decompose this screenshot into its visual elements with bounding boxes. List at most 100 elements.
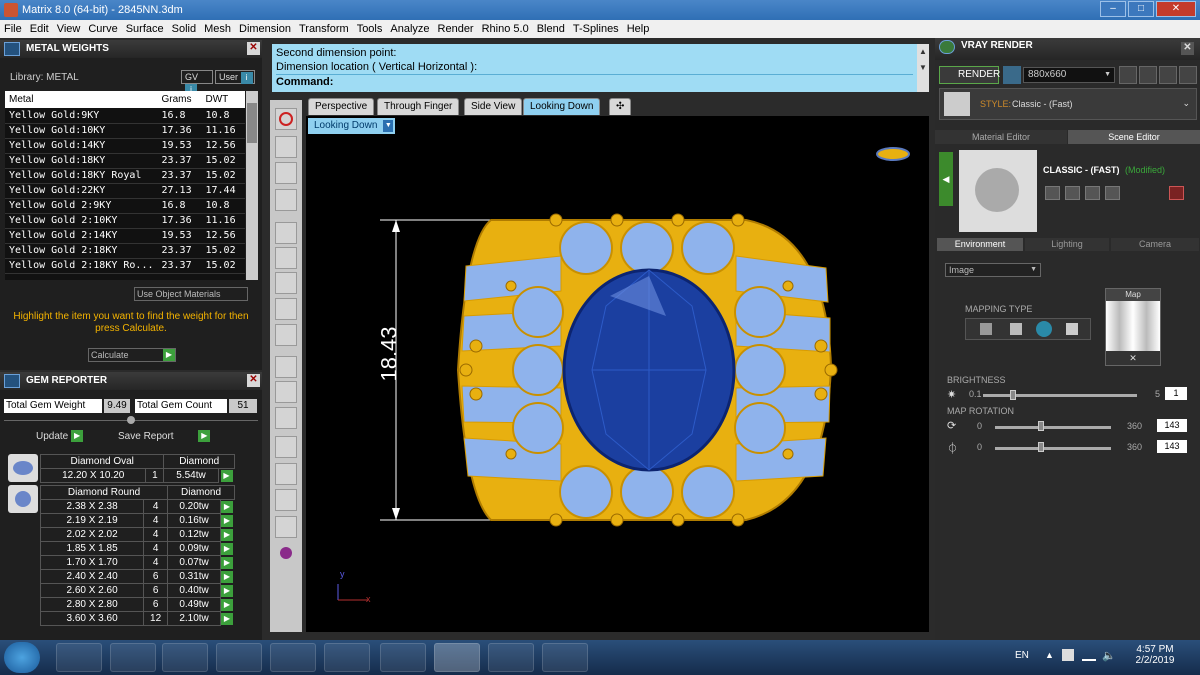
use-object-materials-button[interactable]: Use Object Materials xyxy=(134,287,248,301)
menu-help[interactable]: Help xyxy=(623,20,654,38)
style-selector[interactable]: STYLE: Classic - (Fast) ⌄ xyxy=(939,88,1197,120)
tab-scene-editor[interactable]: Scene Editor xyxy=(1068,130,1200,144)
save-report-button[interactable]: Save Report ▶ xyxy=(118,430,228,444)
tab-through-finger[interactable]: Through Finger xyxy=(377,98,460,115)
row-play-button[interactable]: ▶ xyxy=(221,612,235,626)
axis-tool-icon[interactable] xyxy=(275,222,297,244)
rotation2-knob[interactable] xyxy=(1038,442,1044,452)
language-indicator[interactable]: EN xyxy=(1015,650,1029,661)
import-icon[interactable] xyxy=(1105,186,1120,200)
table-row[interactable]: Yellow Gold 2:9KY 16.8 10.8 xyxy=(5,198,245,214)
menu-analyze[interactable]: Analyze xyxy=(386,20,433,38)
menu-rhino[interactable]: Rhino 5.0 xyxy=(478,20,533,38)
ie-icon[interactable] xyxy=(56,643,102,672)
table-row[interactable]: 3.60 X 3.60 12 2.10tw ▶ xyxy=(39,611,235,626)
brightness-value[interactable]: 1 xyxy=(1165,387,1187,400)
nodes-tool-icon[interactable] xyxy=(275,189,297,211)
map-clear-icon[interactable]: ✕ xyxy=(1106,351,1160,365)
render-button[interactable]: RENDER xyxy=(939,66,1000,84)
table-row[interactable]: 2.19 X 2.19 4 0.16tw ▶ xyxy=(39,513,235,528)
row-play-button[interactable]: ▶ xyxy=(221,542,235,556)
cube-view-icon[interactable] xyxy=(275,272,297,294)
command-prompt[interactable]: Command: xyxy=(276,74,913,89)
command-area[interactable]: Second dimension point: Dimension locati… xyxy=(272,44,917,92)
grid-icon[interactable] xyxy=(1139,66,1157,84)
table-row[interactable]: 1.70 X 1.70 4 0.07tw ▶ xyxy=(39,555,235,570)
table-row[interactable]: Yellow Gold:14KY 19.53 12.56 xyxy=(5,138,245,154)
close-icon[interactable]: ✕ xyxy=(247,374,260,387)
gv-toggle[interactable]: GV i xyxy=(181,70,213,96)
tray-arrow-icon[interactable]: ▲ xyxy=(1045,650,1054,660)
menu-tools[interactable]: Tools xyxy=(353,20,387,38)
rotation2-value[interactable]: 143 xyxy=(1157,440,1187,453)
tab-perspective[interactable]: Perspective xyxy=(308,98,375,115)
tab-side-view[interactable]: Side View xyxy=(464,98,523,115)
remote-desktop-icon[interactable] xyxy=(380,643,426,672)
table-row[interactable]: Yellow Gold 2:14KY 19.53 12.56 xyxy=(5,228,245,244)
copy-icon[interactable] xyxy=(1065,186,1080,200)
brush-tool-icon[interactable] xyxy=(275,381,297,403)
table-row[interactable]: Yellow Gold:10KY 17.36 11.16 xyxy=(5,123,245,139)
maximize-button[interactable]: □ xyxy=(1128,1,1154,17)
globe-tool-icon[interactable] xyxy=(275,162,297,184)
map-custom-icon[interactable] xyxy=(1066,323,1078,335)
table-row[interactable]: 2.40 X 2.40 6 0.31tw ▶ xyxy=(39,569,235,584)
pointer-tool-icon[interactable] xyxy=(275,516,297,538)
rotation2-slider[interactable] xyxy=(995,447,1111,450)
menu-view[interactable]: View xyxy=(53,20,85,38)
image-icon[interactable] xyxy=(1179,66,1197,84)
brightness-slider[interactable] xyxy=(983,394,1137,397)
menu-tsplines[interactable]: T-Splines xyxy=(569,20,623,38)
rotation1-knob[interactable] xyxy=(1038,421,1044,431)
expand-arrow-icon[interactable]: ◀ xyxy=(939,152,953,206)
table-row[interactable]: Yellow Gold:9KY 16.8 10.8 xyxy=(5,108,245,124)
calculate-button[interactable]: Calculate ▶ xyxy=(88,348,176,362)
menu-render[interactable]: Render xyxy=(434,20,478,38)
map-preview[interactable]: Map ✕ xyxy=(1105,288,1161,366)
table-row[interactable]: 1.85 X 1.85 4 0.09tw ▶ xyxy=(39,541,235,556)
clock[interactable]: 4:57 PM 2/2/2019 xyxy=(1130,644,1180,666)
splitter-handle[interactable] xyxy=(127,416,135,424)
network-icon[interactable] xyxy=(1062,649,1074,661)
media-player-icon[interactable] xyxy=(162,643,208,672)
row-play-button[interactable]: ▶ xyxy=(221,556,235,570)
user-toggle[interactable]: User i xyxy=(215,70,255,84)
table-row[interactable]: Yellow Gold 2:10KY 17.36 11.16 xyxy=(5,213,245,229)
export-icon[interactable] xyxy=(1085,186,1100,200)
row-play-button[interactable]: ▶ xyxy=(221,584,235,598)
table-row[interactable]: Yellow Gold:18KY 23.37 15.02 xyxy=(5,153,245,169)
off-tool-icon[interactable] xyxy=(275,407,297,429)
cube-top-icon[interactable] xyxy=(275,324,297,346)
menu-solid[interactable]: Solid xyxy=(168,20,200,38)
row-play-button[interactable]: ▶ xyxy=(221,500,235,514)
volume-icon[interactable]: 🔈 xyxy=(1102,649,1116,662)
reset-icon[interactable] xyxy=(1169,186,1184,200)
table-row[interactable]: 2.38 X 2.38 4 0.20tw ▶ xyxy=(39,499,235,514)
menu-blend[interactable]: Blend xyxy=(533,20,569,38)
minimize-button[interactable]: – xyxy=(1100,1,1126,17)
app-red-icon[interactable] xyxy=(324,643,370,672)
tab-looking-down[interactable]: Looking Down xyxy=(523,98,601,115)
app-blue-icon[interactable] xyxy=(542,643,588,672)
map-sphere-icon[interactable] xyxy=(1036,321,1052,337)
command-scrollbar[interactable]: ▲ ▼ xyxy=(917,44,929,92)
table-row[interactable]: Yellow Gold 2:18KY Ro... 23.37 15.02 xyxy=(5,258,245,274)
map-plane-icon[interactable] xyxy=(980,323,992,335)
table-row[interactable]: 2.60 X 2.60 6 0.40tw ▶ xyxy=(39,583,235,598)
list-icon[interactable] xyxy=(1159,66,1177,84)
menu-file[interactable]: File xyxy=(0,20,26,38)
viewport[interactable]: Looking Down ▼ 18.43 y x xyxy=(306,116,929,632)
row-play-button[interactable]: ▶ xyxy=(221,570,235,584)
close-icon[interactable]: ✕ xyxy=(247,42,260,55)
col-dwt[interactable]: DWT xyxy=(201,91,245,108)
table-row[interactable]: 2.02 X 2.02 4 0.12tw ▶ xyxy=(39,527,235,542)
table-row[interactable]: 12.20 X 10.20 1 5.54tw ▶ xyxy=(39,468,235,483)
menu-mesh[interactable]: Mesh xyxy=(200,20,235,38)
row-play-button[interactable]: ▶ xyxy=(221,528,235,542)
row-play-button[interactable]: ▶ xyxy=(221,514,235,528)
viber-icon[interactable] xyxy=(216,643,262,672)
close-button[interactable]: ✕ xyxy=(1156,1,1196,17)
tab-material-editor[interactable]: Material Editor xyxy=(935,130,1067,144)
stop-icon[interactable] xyxy=(275,108,297,130)
row-play-button[interactable]: ▶ xyxy=(221,598,235,612)
